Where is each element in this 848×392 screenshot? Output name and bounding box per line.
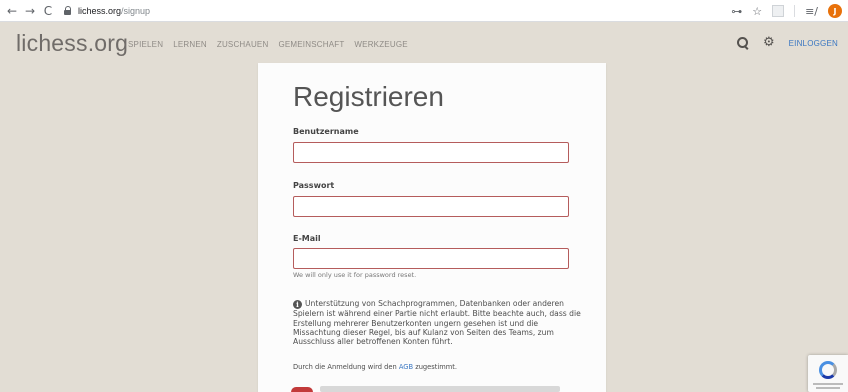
nav-item-play[interactable]: SPIELEN (128, 40, 163, 49)
gear-icon[interactable]: ⚙ (763, 36, 775, 49)
info-icon: i (293, 300, 302, 310)
email-label: E-Mail (293, 234, 321, 243)
star-icon[interactable]: ☆ (752, 5, 762, 18)
nav-item-watch[interactable]: ZUSCHAUEN (217, 40, 269, 49)
profile-avatar[interactable]: J (828, 4, 842, 18)
forward-icon[interactable]: → (22, 2, 38, 20)
username-label: Benutzername (293, 127, 359, 136)
site-logo[interactable]: lichess.org (16, 30, 128, 57)
tos-link[interactable]: AGB (399, 363, 413, 371)
agreement-toggle[interactable] (291, 387, 313, 392)
divider (794, 5, 796, 17)
nav-item-tools[interactable]: WERKZEUGE (354, 40, 407, 49)
site-header: lichess.org SPIELEN LERNEN ZUSCHAUEN GEM… (0, 22, 848, 66)
email-help-text: We will only use it for password reset. (293, 271, 417, 279)
browser-toolbar: ← → C lichess.org/signup ⊶ ☆ ≡/ J (0, 0, 848, 22)
signin-link[interactable]: EINLOGGEN (789, 39, 838, 48)
reload-icon[interactable]: C (40, 2, 56, 20)
username-field[interactable] (293, 142, 569, 163)
url-host: lichess.org (78, 5, 122, 16)
recaptcha-badge[interactable] (808, 355, 848, 392)
password-label: Passwort (293, 181, 335, 190)
password-field[interactable] (293, 196, 569, 217)
tos-notice: Durch die Anmeldung wird den AGB zugesti… (293, 363, 457, 371)
fairplay-text: Unterstützung von Schachprogrammen, Date… (293, 299, 581, 347)
tos-prefix: Durch die Anmeldung wird den (293, 363, 399, 371)
extension-icon[interactable] (772, 5, 785, 17)
recaptcha-caption (813, 383, 843, 385)
lock-icon[interactable] (64, 6, 72, 15)
email-field[interactable] (293, 248, 569, 269)
recaptcha-caption-line (816, 387, 840, 389)
reading-list-icon[interactable]: ≡/ (805, 5, 818, 18)
search-icon[interactable] (736, 37, 749, 49)
fairplay-notice: i Unterstützung von Schachprogrammen, Dat… (293, 299, 583, 347)
nav-item-learn[interactable]: LERNEN (173, 40, 207, 49)
recaptcha-icon (819, 361, 837, 379)
tos-suffix: zugestimmt. (413, 363, 458, 371)
key-icon[interactable]: ⊶ (731, 5, 742, 18)
top-nav: SPIELEN LERNEN ZUSCHAUEN GEMEINSCHAFT WE… (128, 40, 408, 49)
header-actions: ⚙ EINLOGGEN (736, 36, 838, 49)
back-icon[interactable]: ← (4, 2, 20, 20)
address-bar[interactable]: lichess.org/signup (64, 3, 764, 19)
page-title: Registrieren (293, 81, 444, 112)
browser-actions: ⊶ ☆ ≡/ J (731, 2, 842, 20)
signup-card: Registrieren Benutzername Passwort E-Mai… (258, 63, 606, 392)
url-path: /signup (121, 5, 151, 16)
nav-item-community[interactable]: GEMEINSCHAFT (278, 40, 344, 49)
agreement-toggle-label (320, 386, 560, 392)
